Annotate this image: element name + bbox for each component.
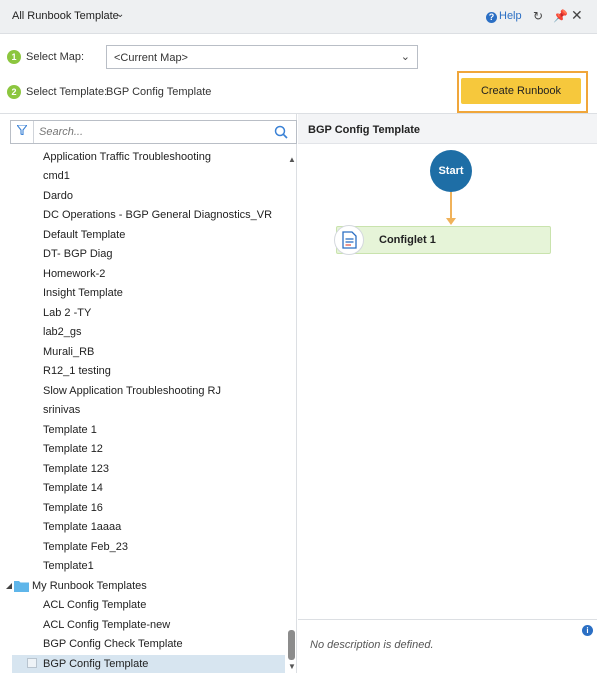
document-icon bbox=[342, 231, 357, 249]
list-item[interactable]: Dardo bbox=[43, 190, 73, 202]
create-runbook-button[interactable]: Create Runbook bbox=[461, 78, 581, 104]
description-divider bbox=[298, 619, 597, 620]
list-item[interactable]: ACL Config Template bbox=[43, 599, 146, 611]
list-item[interactable]: Template1 bbox=[43, 560, 94, 572]
template-list: Application Traffic Troubleshooting cmd1… bbox=[0, 0, 297, 673]
refresh-icon[interactable]: ↻ bbox=[533, 9, 543, 23]
list-item[interactable]: Template 1 bbox=[43, 424, 97, 436]
flow-connector bbox=[450, 192, 452, 220]
list-item[interactable]: Lab 2 -TY bbox=[43, 307, 91, 319]
help-link[interactable]: ? Help bbox=[486, 10, 522, 23]
list-item[interactable]: Homework-2 bbox=[43, 268, 105, 280]
list-item-selected[interactable]: BGP Config Template bbox=[12, 655, 285, 673]
folder-label: My Runbook Templates bbox=[32, 580, 147, 592]
checkbox[interactable] bbox=[27, 658, 37, 668]
list-item[interactable]: BGP Config Check Template bbox=[43, 638, 183, 650]
list-item[interactable]: Template 1aaaa bbox=[43, 521, 121, 533]
preview-title: BGP Config Template bbox=[308, 124, 421, 136]
configlet-node[interactable] bbox=[336, 226, 551, 254]
list-item[interactable]: DT- BGP Diag bbox=[43, 248, 113, 260]
list-item[interactable]: Template 123 bbox=[43, 463, 109, 475]
list-item[interactable]: DC Operations - BGP General Diagnostics_… bbox=[43, 209, 272, 221]
list-item[interactable]: srinivas bbox=[43, 404, 80, 416]
list-item[interactable]: ACL Config Template-new bbox=[43, 619, 170, 631]
info-icon[interactable]: i bbox=[582, 625, 593, 636]
list-item[interactable]: Murali_RB bbox=[43, 346, 94, 358]
help-label: Help bbox=[499, 10, 522, 22]
arrow-down-icon bbox=[446, 218, 456, 225]
folder-icon bbox=[14, 581, 29, 592]
scrollbar-thumb[interactable] bbox=[288, 630, 295, 660]
collapse-triangle-icon[interactable] bbox=[6, 583, 12, 589]
help-icon: ? bbox=[486, 12, 497, 23]
configlet-label: Configlet 1 bbox=[379, 234, 436, 246]
start-node[interactable]: Start bbox=[430, 150, 472, 192]
list-item[interactable]: Template 12 bbox=[43, 443, 103, 455]
preview-header: BGP Config Template bbox=[298, 114, 597, 144]
list-item[interactable]: Template 16 bbox=[43, 502, 103, 514]
list-item[interactable]: lab2_gs bbox=[43, 326, 82, 338]
pin-icon[interactable]: 📌 bbox=[553, 9, 568, 23]
list-item[interactable]: Slow Application Troubleshooting RJ bbox=[43, 385, 221, 397]
list-item[interactable]: Template 14 bbox=[43, 482, 103, 494]
list-item[interactable]: cmd1 bbox=[43, 170, 70, 182]
list-item[interactable]: Insight Template bbox=[43, 287, 123, 299]
list-item[interactable]: Application Traffic Troubleshooting bbox=[43, 151, 211, 163]
list-item[interactable]: Default Template bbox=[43, 229, 125, 241]
chevron-down-icon: ⌄ bbox=[400, 51, 410, 63]
scroll-up-icon[interactable]: ▲ bbox=[288, 155, 296, 164]
preview-pane: BGP Config Template Start Configlet 1 i … bbox=[298, 114, 597, 673]
configlet-icon-wrap bbox=[334, 225, 364, 255]
list-item-label: BGP Config Template bbox=[43, 658, 149, 670]
list-item[interactable]: R12_1 testing bbox=[43, 365, 111, 377]
close-icon[interactable]: ✕ bbox=[571, 7, 583, 24]
scroll-down-icon[interactable]: ▼ bbox=[288, 662, 296, 671]
description-text: No description is defined. bbox=[310, 639, 434, 651]
list-item[interactable]: Template Feb_23 bbox=[43, 541, 128, 553]
